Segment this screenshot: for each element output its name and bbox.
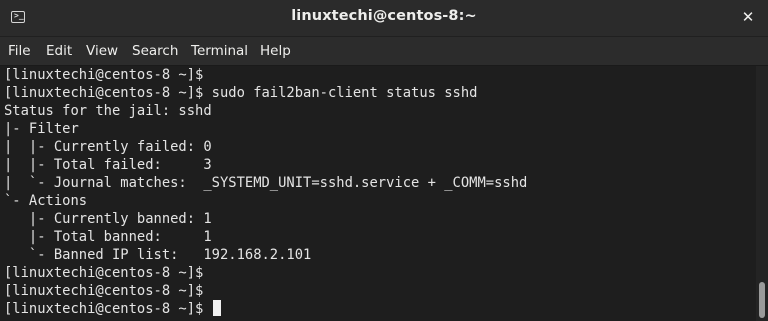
terminal-prompt-line: [linuxtechi@centos-8 ~]$ — [4, 300, 221, 319]
menu-bar: File Edit View Search Terminal Help — [0, 37, 768, 66]
menu-search[interactable]: Search — [132, 42, 178, 60]
terminal-line: | |- Currently failed: 0 — [4, 139, 212, 155]
title-bar[interactable]: >_ linuxtechi@centos-8:~ ✕ — [0, 0, 768, 37]
menu-terminal[interactable]: Terminal — [191, 42, 248, 60]
terminal-prompt: [linuxtechi@centos-8 ~]$ — [4, 301, 212, 317]
terminal-line: |- Total banned: 1 — [4, 229, 212, 245]
terminal-output[interactable]: [linuxtechi@centos-8 ~]$ [linuxtechi@cen… — [0, 66, 756, 321]
menu-view[interactable]: View — [86, 42, 118, 60]
terminal-line: `- Actions — [4, 193, 88, 209]
vertical-scrollbar[interactable] — [756, 66, 768, 321]
terminal-line: `- Banned IP list: 192.168.2.101 — [4, 247, 312, 263]
terminal-line: [linuxtechi@centos-8 ~]$ — [4, 67, 204, 83]
terminal-window: >_ linuxtechi@centos-8:~ ✕ File Edit Vie… — [0, 0, 768, 321]
scrollbar-thumb[interactable] — [759, 282, 765, 318]
terminal-line: | |- Total failed: 3 — [4, 157, 212, 173]
menu-file[interactable]: File — [8, 42, 31, 60]
terminal-line: | `- Journal matches: _SYSTEMD_UNIT=sshd… — [4, 175, 528, 191]
terminal-line: [linuxtechi@centos-8 ~]$ — [4, 283, 204, 299]
terminal-line: [linuxtechi@centos-8 ~]$ sudo fail2ban-c… — [4, 85, 478, 101]
terminal-line: |- Filter — [4, 121, 79, 137]
text-cursor — [212, 300, 221, 316]
menu-help[interactable]: Help — [260, 42, 291, 60]
window-title: linuxtechi@centos-8:~ — [291, 8, 477, 24]
terminal-line: [linuxtechi@centos-8 ~]$ — [4, 265, 204, 281]
close-button[interactable]: ✕ — [739, 8, 757, 26]
menu-edit[interactable]: Edit — [46, 42, 72, 60]
terminal-line: |- Currently banned: 1 — [4, 211, 212, 227]
terminal-line: Status for the jail: sshd — [4, 103, 212, 119]
